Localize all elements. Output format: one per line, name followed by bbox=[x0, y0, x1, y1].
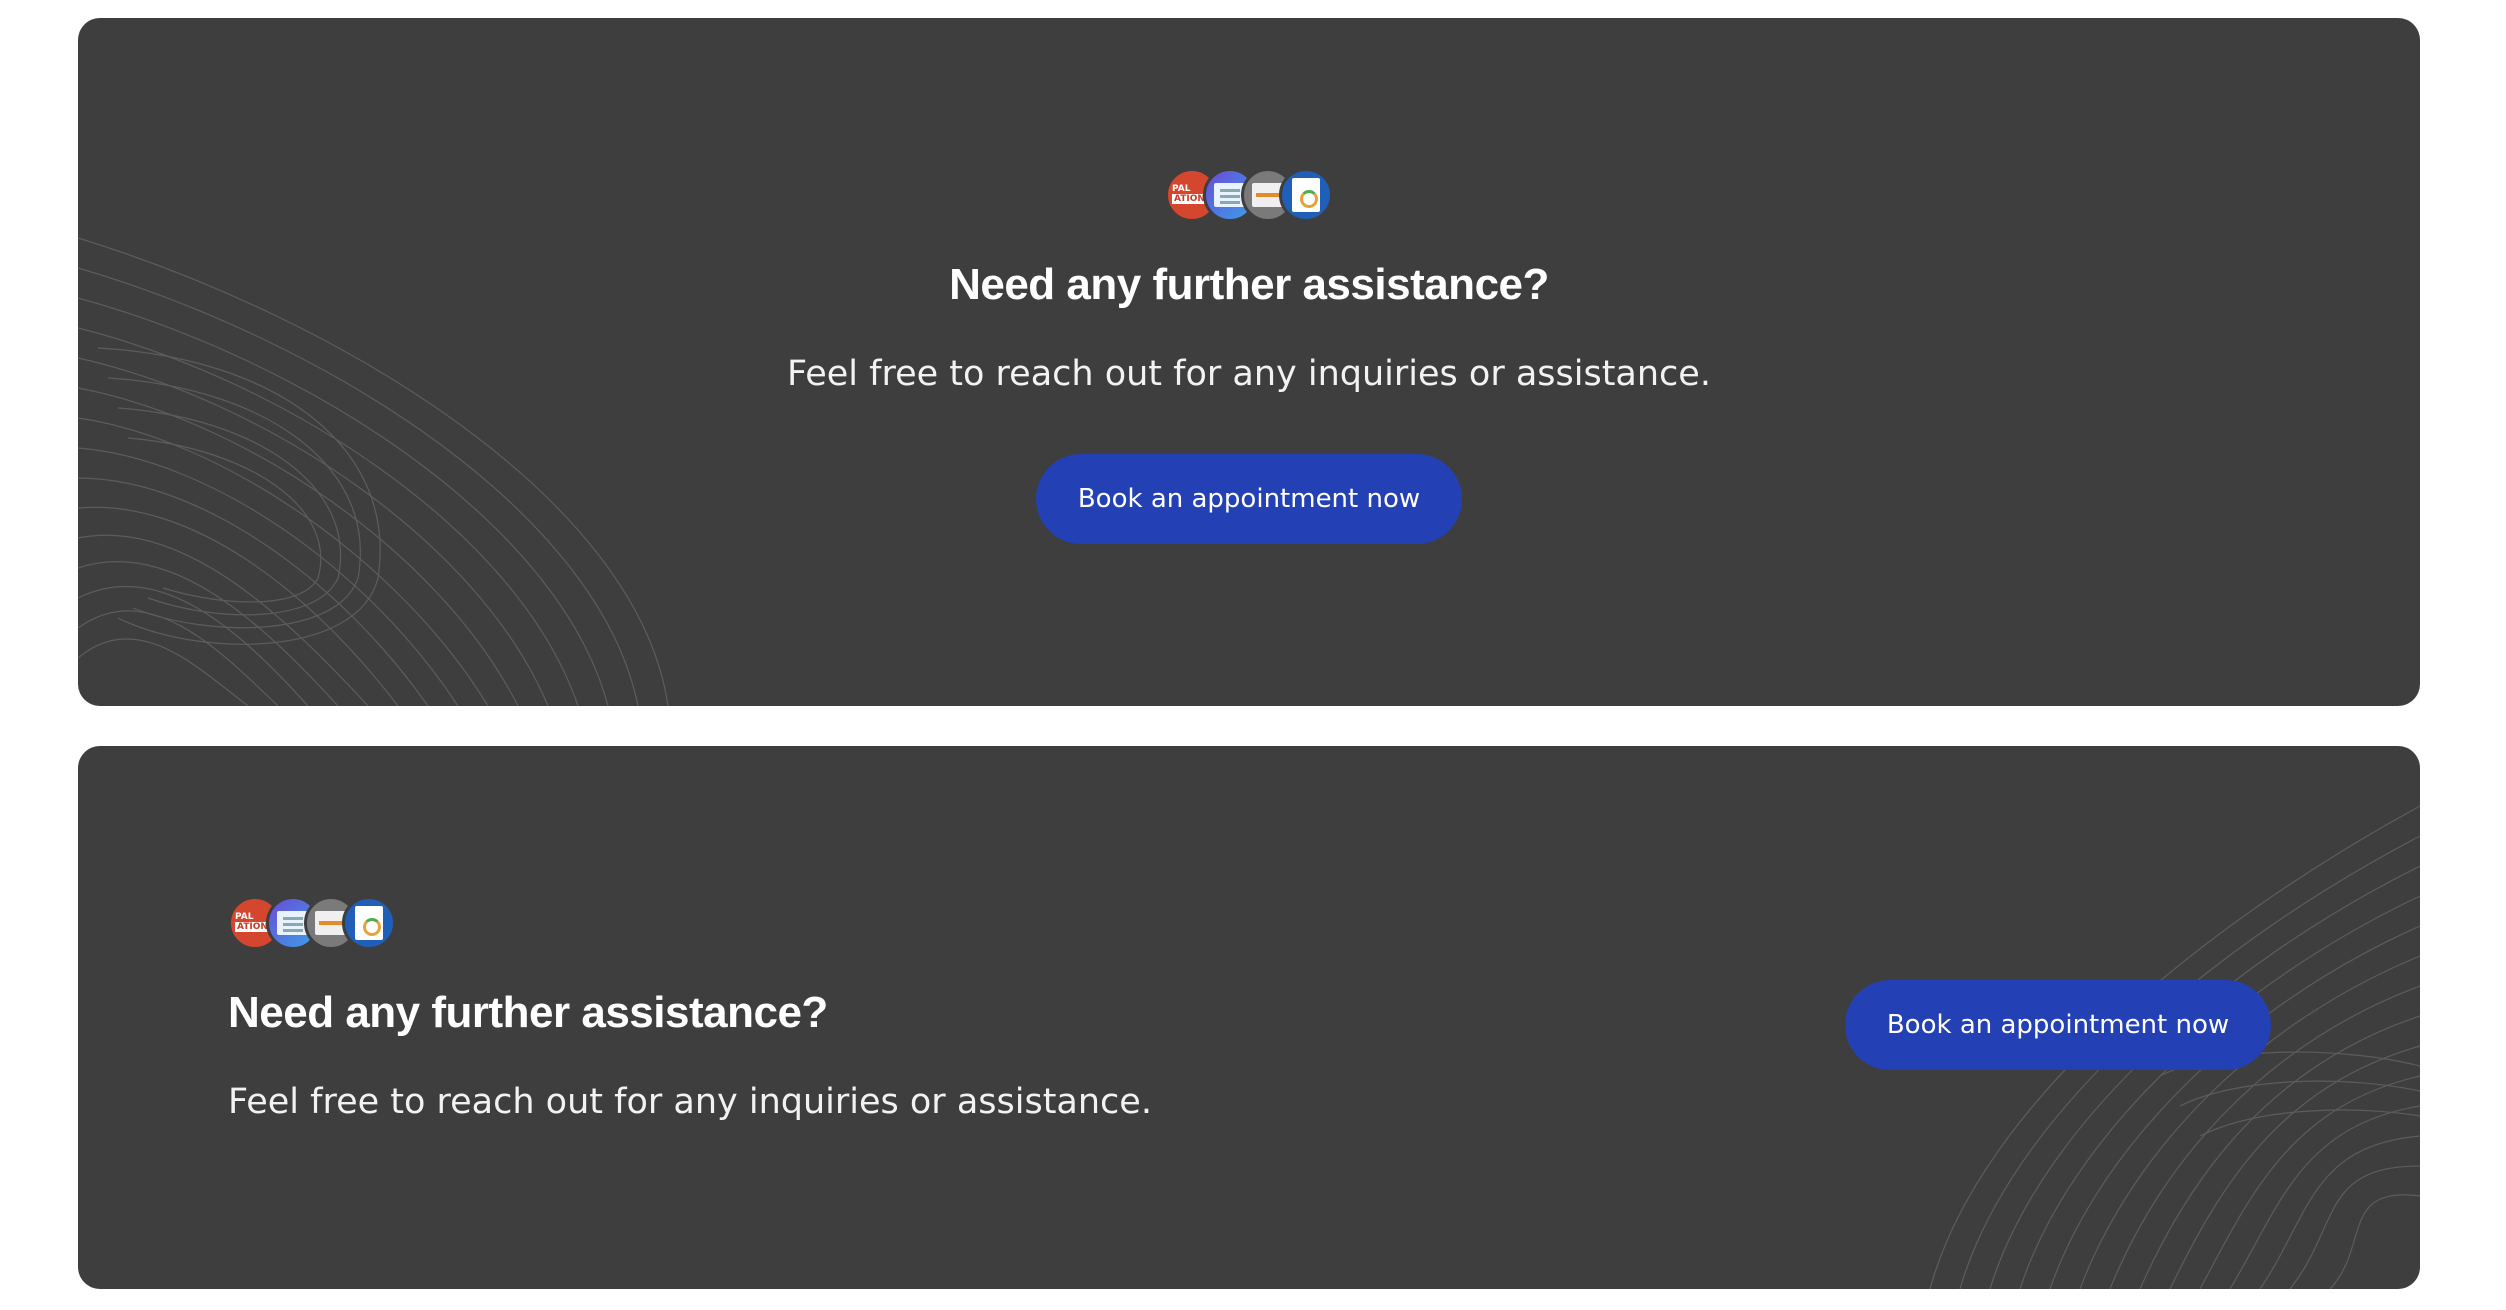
avatar-group: PAL ATION bbox=[228, 896, 396, 950]
banner-title: Need any further assistance? bbox=[228, 988, 828, 1037]
book-appointment-button[interactable]: Book an appointment now bbox=[1036, 454, 1462, 544]
banner-subtitle: Feel free to reach out for any inquiries… bbox=[228, 1082, 1152, 1122]
avatar-thumbnail bbox=[342, 896, 396, 950]
assistance-banner-split: PAL ATION Need any further assistance? Fe… bbox=[78, 746, 2420, 1289]
banner-subtitle: Feel free to reach out for any inquiries… bbox=[787, 354, 1711, 394]
avatar-group: PAL ATION bbox=[1165, 168, 1333, 222]
banner-title: Need any further assistance? bbox=[949, 260, 1549, 309]
book-appointment-button[interactable]: Book an appointment now bbox=[1845, 980, 2271, 1070]
assistance-banner-centered: PAL ATION Need any further assistance? Fe… bbox=[78, 18, 2420, 706]
avatar-thumbnail bbox=[1279, 168, 1333, 222]
